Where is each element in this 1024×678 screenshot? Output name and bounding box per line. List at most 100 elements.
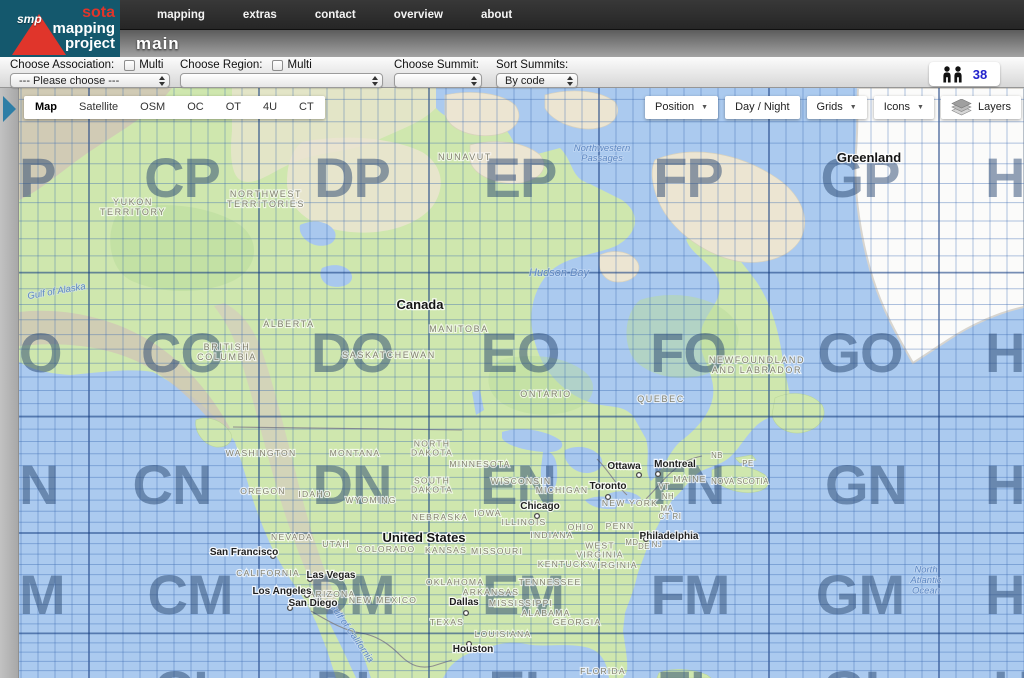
grid-field-label: H	[985, 563, 1024, 626]
nav-item-about[interactable]: about	[462, 9, 531, 21]
logo-mapping-project: mapping project	[53, 21, 116, 51]
map-place-label: WASHINGTON	[226, 448, 297, 458]
region-label: Choose Region:	[180, 59, 262, 71]
grid-field-label: M	[19, 563, 65, 626]
map-place-label: MAINE	[673, 474, 706, 484]
smp-logo-text: smp	[17, 12, 42, 26]
map-place-label: MINNESOTA	[449, 459, 510, 469]
base-layer-switcher: MapSatelliteOSMOCOT4UCT	[24, 96, 325, 119]
map-place-label: MD	[625, 538, 638, 547]
grid-field-label: GO	[817, 321, 902, 384]
region-multi-label: Multi	[287, 59, 311, 71]
map-place-label: OKLAHOMA	[426, 577, 484, 587]
map-place-label: PENN	[606, 521, 635, 531]
page-title-bar: main	[0, 29, 1024, 57]
map-place-label: SASKATCHEWAN	[342, 350, 436, 360]
grid-field-label: CM	[147, 563, 232, 626]
map-place-label: TENNESSEE	[519, 577, 582, 587]
map-place-label: OREGON	[240, 486, 285, 496]
city-label: Philadelphia	[640, 531, 699, 542]
city-label: Chicago	[520, 501, 559, 512]
select-stepper-icon	[159, 76, 165, 86]
base-layer-osm[interactable]: OSM	[129, 96, 176, 119]
grid-field-label: H	[985, 321, 1024, 384]
smp-app-window: mappingextrascontactoverviewabout main s…	[0, 0, 1024, 678]
summit-label: Choose Summit:	[394, 59, 479, 71]
map-place-label: Greenland	[837, 150, 901, 165]
summit-group: Choose Summit:	[394, 59, 479, 71]
map-place-label: NEVADA	[271, 532, 313, 542]
sort-select[interactable]: By code	[496, 73, 578, 88]
city-label: San Diego	[289, 598, 338, 609]
position-button[interactable]: Position▼	[645, 96, 718, 119]
map-place-label: MICHIGAN	[536, 485, 589, 495]
association-select[interactable]: --- Please choose ---	[10, 73, 170, 88]
icons-button[interactable]: Icons▼	[874, 96, 934, 119]
region-multi-checkbox[interactable]	[272, 60, 283, 71]
grid-field-label: H	[993, 659, 1024, 678]
grid-field-label: EL	[488, 659, 558, 678]
city-dot	[656, 472, 661, 477]
map-place-label: CALIFORNIA	[236, 568, 300, 578]
grid-field-label: DN	[313, 453, 392, 516]
users-icon	[942, 66, 966, 83]
nav-item-overview[interactable]: overview	[375, 9, 462, 21]
map-place-label: NEBRASKA	[412, 512, 468, 522]
base-layer-oc[interactable]: OC	[176, 96, 215, 119]
select-stepper-icon	[471, 76, 477, 86]
base-layer-ct[interactable]: CT	[288, 96, 325, 119]
map-place-label: NorthAtlanticOcean	[909, 565, 941, 597]
chevron-down-icon: ▼	[701, 96, 708, 119]
map-place-label: IOWA	[474, 508, 501, 518]
grid-field-label: GN	[825, 453, 907, 516]
day-night-button[interactable]: Day / Night	[725, 96, 799, 119]
city-label: Toronto	[589, 481, 626, 492]
sort-label: Sort Summits:	[496, 59, 568, 71]
map-place-label: NEW MEXICO	[349, 595, 417, 605]
base-layer-map[interactable]: Map	[24, 96, 68, 119]
map-place-label: KENTUCKY	[538, 559, 594, 569]
association-multi-label: Multi	[139, 59, 163, 71]
association-multi-checkbox[interactable]	[124, 60, 135, 71]
map-place-label: UTAH	[322, 539, 350, 549]
city-dot	[606, 495, 611, 500]
city-dot	[637, 473, 642, 478]
map-place-label: DE	[638, 542, 650, 551]
region-select[interactable]	[180, 73, 383, 88]
map-place-label: NORTHDAKOTA	[411, 438, 453, 457]
summit-select[interactable]	[394, 73, 482, 88]
map-place-label: NEW YORK	[602, 498, 658, 508]
grid-field-label: FM	[651, 563, 730, 626]
map-canvas[interactable]: PCPDPEPFPGPHOCODOEOFOGOHNCNDNENFNGNHMCMD…	[0, 88, 1024, 678]
map-place-label: United States	[382, 530, 465, 545]
base-layer-4u[interactable]: 4U	[252, 96, 288, 119]
map-tools: Position▼ Day / Night Grids▼ Icons▼ Layers	[645, 96, 1021, 119]
nav-item-mapping[interactable]: mapping	[138, 9, 224, 21]
grid-field-label: GM	[816, 563, 904, 626]
map-place-label: OHIO	[568, 522, 595, 532]
map-place-label: NORTHWESTTERRITORIES	[227, 189, 305, 209]
map-place-label: Canada	[397, 297, 445, 312]
users-online-badge: 38	[929, 62, 1000, 86]
grid-field-label: H	[985, 146, 1024, 209]
nav-item-contact[interactable]: contact	[296, 9, 375, 21]
sidebar-toggle-arrow-icon[interactable]	[3, 96, 16, 122]
city-label: Ottawa	[607, 461, 641, 472]
grids-button[interactable]: Grids▼	[807, 96, 867, 119]
layers-button[interactable]: Layers	[941, 96, 1021, 119]
map-place-label: ARKANSAS	[463, 587, 519, 597]
users-online-count: 38	[973, 67, 987, 82]
map-place-label: NB	[711, 451, 723, 460]
chevron-down-icon: ▼	[850, 96, 857, 119]
grid-field-label: DP	[314, 146, 390, 209]
grid-field-label: CL	[154, 659, 227, 678]
base-layer-ot[interactable]: OT	[215, 96, 252, 119]
grid-field-label: FP	[653, 146, 723, 209]
nav-item-extras[interactable]: extras	[224, 9, 296, 21]
city-label: Los Angeles	[252, 586, 312, 597]
city-label: Montreal	[654, 459, 696, 470]
grid-field-label: P	[19, 146, 55, 209]
map-graphic: PCPDPEPFPGPHOCODOEOFOGOHNCNDNENFNGNHMCMD…	[19, 88, 1024, 678]
base-layer-satellite[interactable]: Satellite	[68, 96, 129, 119]
smp-logo[interactable]: smp sota mapping project	[0, 0, 120, 57]
